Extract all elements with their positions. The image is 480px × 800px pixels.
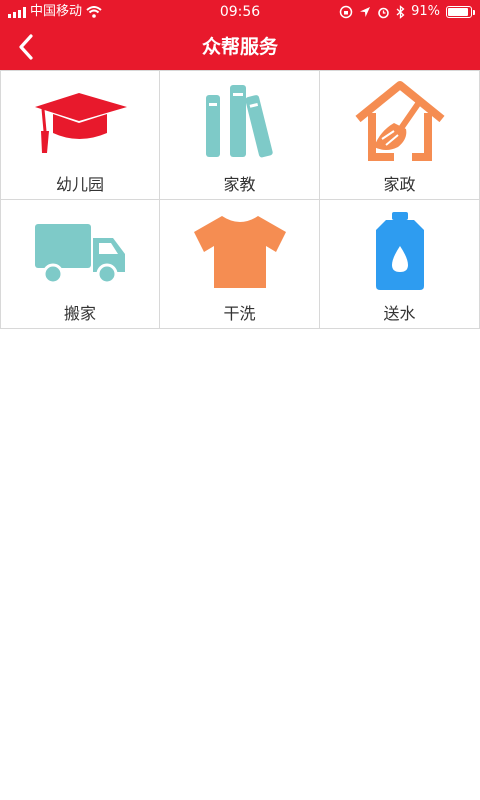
bluetooth-icon bbox=[396, 5, 405, 19]
service-label: 送水 bbox=[383, 304, 416, 323]
service-housekeeping[interactable]: 家政 bbox=[320, 71, 480, 200]
navbar: 众帮服务 bbox=[0, 24, 480, 70]
service-grid: 幼儿园 家教 家政 搬家 干洗 送水 bbox=[0, 70, 480, 329]
tshirt-icon bbox=[194, 216, 286, 288]
status-bar: 中国移动 09:56 91% bbox=[0, 0, 480, 24]
page-title: 众帮服务 bbox=[201, 36, 278, 58]
service-label: 干洗 bbox=[223, 304, 256, 323]
water-jug-icon bbox=[376, 212, 424, 290]
status-right: 91% bbox=[339, 0, 475, 24]
rotation-lock-icon bbox=[339, 5, 353, 19]
battery-percent: 91% bbox=[411, 4, 440, 19]
house-broom-icon bbox=[355, 81, 445, 161]
service-moving[interactable]: 搬家 bbox=[0, 200, 160, 329]
service-label: 家政 bbox=[383, 175, 416, 194]
battery-icon bbox=[446, 6, 475, 18]
books-icon bbox=[206, 85, 273, 158]
truck-icon bbox=[35, 224, 125, 285]
graduation-cap-icon bbox=[35, 93, 127, 153]
service-kindergarten[interactable]: 幼儿园 bbox=[0, 71, 160, 200]
service-dry-cleaning[interactable]: 干洗 bbox=[160, 200, 320, 329]
service-water-delivery[interactable]: 送水 bbox=[320, 200, 480, 329]
battery-level bbox=[448, 8, 468, 16]
service-tutoring[interactable]: 家教 bbox=[160, 71, 320, 200]
service-label: 搬家 bbox=[63, 304, 96, 323]
header: 中国移动 09:56 91% 众帮服务 bbox=[0, 0, 480, 70]
service-label: 幼儿园 bbox=[55, 175, 104, 194]
service-label: 家教 bbox=[223, 175, 256, 194]
location-icon bbox=[360, 7, 371, 17]
alarm-icon bbox=[378, 7, 389, 18]
